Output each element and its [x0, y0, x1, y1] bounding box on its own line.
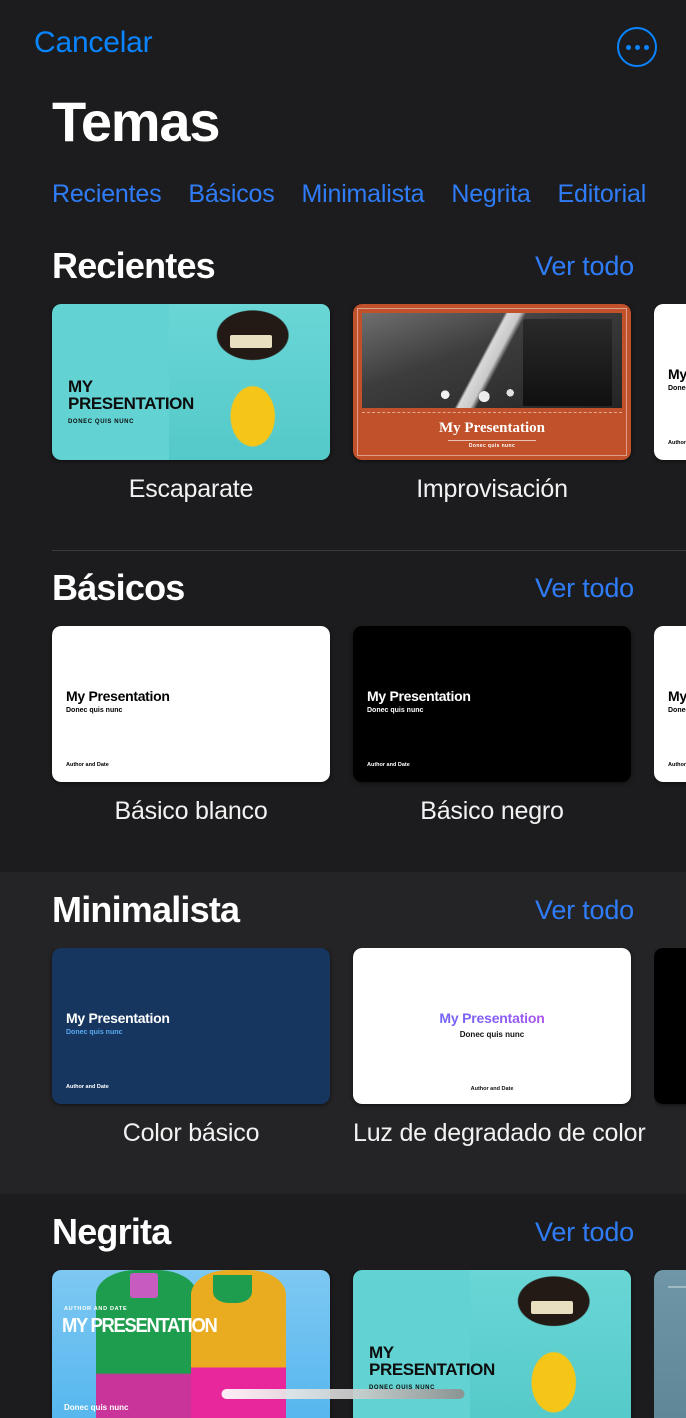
- theme-name-label: Improvisación: [416, 475, 568, 503]
- theme-thumbnail[interactable]: [654, 1270, 686, 1418]
- section-header-basicos: Básicos Ver todo: [0, 550, 686, 626]
- theme-cell-basico-negro[interactable]: My Presentation Donec quis nunc Author a…: [353, 626, 631, 826]
- navigation-bar: Cancelar: [0, 0, 686, 84]
- theme-row-recientes[interactable]: MY PRESENTATION DONEC QUIS NUNC Escapara…: [0, 304, 686, 504]
- theme-thumbnail[interactable]: My Presentation Donec quis nunc: [353, 304, 631, 460]
- slide-title: My Presentation: [439, 420, 545, 436]
- slide-subtitle: Donec quis nunc: [668, 707, 686, 714]
- theme-thumbnail[interactable]: My Presentation Donec quis nunc Author a…: [353, 626, 631, 782]
- theme-name-label: Luz de degradado de color: [353, 1119, 646, 1147]
- decorative-rule: [447, 440, 537, 441]
- slide-title: My Presentation: [668, 366, 686, 382]
- home-indicator[interactable]: [221, 1389, 465, 1399]
- slide-title: My Presentation: [66, 688, 170, 704]
- slide-author: Author and Date: [66, 1084, 109, 1090]
- slide-subtitle: Donec quis nunc: [668, 385, 686, 392]
- section-negrita: Negrita Ver todo AUTHOR AND DATE MY PRES…: [0, 1194, 686, 1418]
- theme-row-minimalista[interactable]: My Presentation Donec quis nunc Author a…: [0, 948, 686, 1148]
- slide-author: Author and Date: [66, 762, 109, 768]
- theme-thumbnail[interactable]: My Presentation Donec quis nunc Author a…: [52, 626, 330, 782]
- section-header-minimalista: Minimalista Ver todo: [0, 872, 686, 948]
- see-all-recientes-button[interactable]: Ver todo: [535, 251, 634, 282]
- slide-title: My Presentation: [353, 1010, 631, 1026]
- theme-thumbnail[interactable]: My Presentation Donec quis nunc Author a…: [654, 626, 686, 782]
- section-minimalista: Minimalista Ver todo My Presentation Don…: [0, 872, 686, 1194]
- slide-title: MY PRESENTATION: [62, 1315, 218, 1337]
- section-recientes: Recientes Ver todo MY PRESENTATION DONEC…: [0, 228, 686, 550]
- tab-basicos[interactable]: Básicos: [188, 180, 274, 209]
- tab-minimalista[interactable]: Minimalista: [302, 180, 425, 209]
- slide-title: My Presentation: [367, 688, 471, 704]
- decorative-shape: [213, 1274, 253, 1303]
- theme-cell-luz-degradado[interactable]: My Presentation Donec quis nunc Author a…: [353, 948, 646, 1148]
- section-header-recientes: Recientes Ver todo: [0, 228, 686, 304]
- slide-subtitle: Donec quis nunc: [64, 1403, 129, 1412]
- see-all-negrita-button[interactable]: Ver todo: [535, 1217, 634, 1248]
- section-header-negrita: Negrita Ver todo: [0, 1194, 686, 1270]
- slide-subtitle: Donec quis nunc: [459, 1030, 525, 1039]
- see-all-minimalista-button[interactable]: Ver todo: [535, 895, 634, 926]
- slide-subtitle: DONEC QUIS NUNC: [68, 419, 135, 425]
- decorative-shape: [129, 1273, 158, 1299]
- section-basicos: Básicos Ver todo My Presentation Donec q…: [0, 550, 686, 872]
- section-title: Básicos: [52, 567, 185, 608]
- ellipsis-dot-icon: [634, 44, 640, 50]
- tab-recientes[interactable]: Recientes: [52, 180, 162, 209]
- ellipsis-dot-icon: [643, 44, 649, 50]
- theme-cell-escaparate[interactable]: MY PRESENTATION DONEC QUIS NUNC Escapara…: [52, 304, 330, 504]
- theme-thumbnail[interactable]: My Presentation Donec quis nunc Author a…: [654, 304, 686, 460]
- decorative-band: My Presentation Donec quis nunc: [362, 412, 622, 451]
- slide-author: Author and Date: [668, 440, 686, 446]
- theme-name-label: Básico blanco: [114, 797, 268, 825]
- theme-name-label: Escaparate: [128, 475, 254, 503]
- theme-cell-partial[interactable]: My Presentation Donec quis nunc Author a…: [654, 626, 686, 826]
- theme-cell-basico-blanco[interactable]: My Presentation Donec quis nunc Author a…: [52, 626, 330, 826]
- slide-title: MY PRESENTATION: [68, 377, 194, 413]
- slide-author: AUTHOR AND DATE: [64, 1306, 128, 1312]
- tab-negrita[interactable]: Negrita: [451, 180, 530, 209]
- category-tab-bar: Recientes Básicos Minimalista Negrita Ed…: [52, 180, 646, 209]
- section-title: Recientes: [52, 245, 216, 286]
- slide-subtitle: Donec quis nunc: [66, 1029, 123, 1036]
- slide-title: My Presentation: [66, 1010, 170, 1026]
- theme-thumbnail[interactable]: My Presentation Donec quis nunc Author a…: [353, 948, 631, 1104]
- section-title: Negrita: [52, 1211, 171, 1252]
- theme-thumbnail[interactable]: [654, 948, 686, 1104]
- theme-thumbnail[interactable]: MY PRESENTATION DONEC QUIS NUNC: [52, 304, 330, 460]
- slide-subtitle: Donec quis nunc: [468, 443, 516, 449]
- slide-subtitle: Donec quis nunc: [367, 707, 424, 714]
- ellipsis-dot-icon: [625, 44, 631, 50]
- page-title: Temas: [52, 90, 220, 153]
- theme-cell-color-basico[interactable]: My Presentation Donec quis nunc Author a…: [52, 948, 330, 1148]
- theme-cell-improvisacion[interactable]: My Presentation Donec quis nunc Improvis…: [353, 304, 631, 504]
- themes-chooser-screen: Cancelar Temas Recientes Básicos Minimal…: [0, 0, 686, 1418]
- cancel-button[interactable]: Cancelar: [34, 26, 153, 60]
- slide-author: Author and Date: [367, 762, 410, 768]
- decorative-photo: [362, 313, 622, 408]
- themes-scroll-content[interactable]: Recientes Ver todo MY PRESENTATION DONEC…: [0, 228, 686, 1418]
- theme-thumbnail[interactable]: My Presentation Donec quis nunc Author a…: [52, 948, 330, 1104]
- more-options-button[interactable]: [617, 27, 657, 67]
- theme-cell-partial[interactable]: [654, 948, 686, 1148]
- theme-cell-partial[interactable]: My Presentation Donec quis nunc Author a…: [654, 304, 686, 504]
- theme-name-label: Color básico: [122, 1119, 260, 1147]
- slide-subtitle: Donec quis nunc: [66, 707, 123, 714]
- slide-title: MY PRESENTATION: [369, 1343, 495, 1379]
- theme-row-basicos[interactable]: My Presentation Donec quis nunc Author a…: [0, 626, 686, 826]
- section-title: Minimalista: [52, 889, 240, 930]
- slide-author: Author and Date: [470, 1086, 514, 1092]
- slide-title: My Presentation: [668, 688, 686, 704]
- theme-cell-partial[interactable]: [654, 1270, 686, 1418]
- theme-name-label: Básico negro: [420, 797, 564, 825]
- see-all-basicos-button[interactable]: Ver todo: [535, 573, 634, 604]
- slide-author: Author and Date: [668, 762, 686, 768]
- tab-editorial[interactable]: Editorial: [558, 180, 647, 209]
